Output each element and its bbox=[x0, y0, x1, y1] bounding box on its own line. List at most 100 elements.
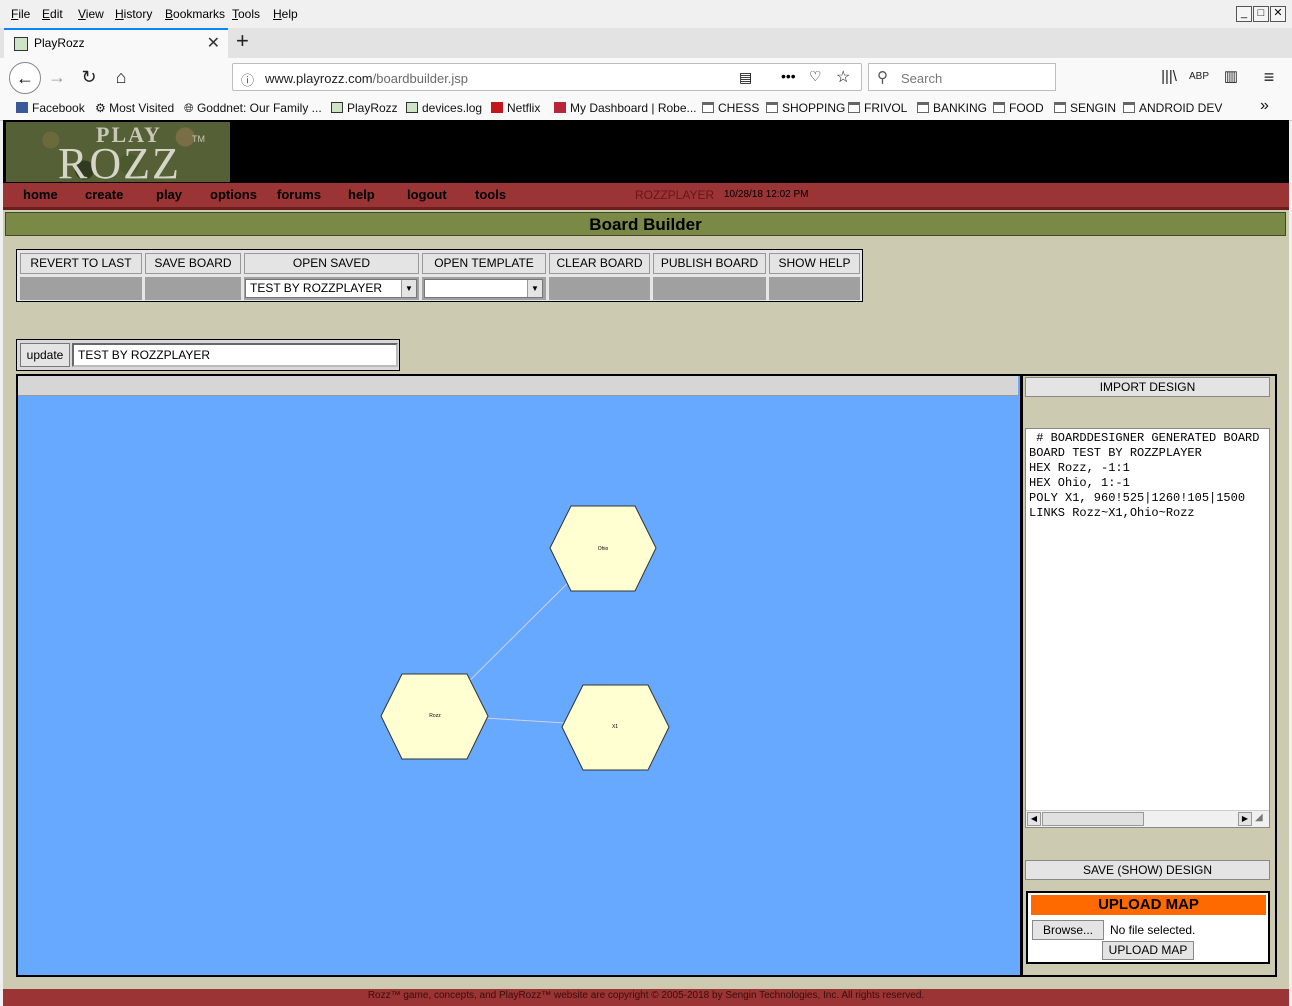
bookmark-netflix[interactable]: Netflix bbox=[491, 101, 540, 115]
bookmark-star-icon[interactable]: ☆ bbox=[836, 67, 850, 87]
logo-rozz-text: ROZZ bbox=[58, 139, 181, 188]
menu-tools[interactable]: Tools bbox=[232, 7, 260, 21]
toolbar-cell bbox=[549, 277, 650, 300]
menu-help[interactable]: Help bbox=[273, 7, 298, 21]
adblock-icon[interactable]: ABP bbox=[1186, 66, 1212, 88]
dashboard-icon bbox=[554, 102, 566, 113]
bookmark-facebook[interactable]: Facebook bbox=[16, 101, 85, 115]
playrozz-icon bbox=[406, 102, 418, 113]
url-host: www.playrozz.com bbox=[265, 71, 373, 86]
open-saved-button[interactable]: OPEN SAVED bbox=[244, 253, 419, 274]
hex-x1[interactable]: X1 bbox=[561, 684, 670, 771]
reload-icon[interactable]: ↻ bbox=[76, 66, 102, 88]
hex-rozz[interactable]: Rozz bbox=[380, 673, 489, 760]
clear-board-button[interactable]: CLEAR BOARD bbox=[549, 253, 650, 274]
hex-label: Rozz bbox=[429, 713, 441, 719]
current-datetime: 10/28/18 12:02 PM bbox=[724, 189, 809, 200]
browser-tab[interactable]: PlayRozz ✕ bbox=[4, 28, 228, 58]
bookmark-folder-chess[interactable]: CHESS bbox=[702, 101, 759, 115]
save-board-button[interactable]: SAVE BOARD bbox=[145, 253, 241, 274]
bookmark-my-dashboard[interactable]: My Dashboard | Robe... bbox=[554, 101, 697, 115]
search-bar[interactable]: ⚲ Search bbox=[868, 63, 1056, 91]
board-canvas[interactable]: Ohio Rozz X1 bbox=[18, 396, 1018, 974]
nav-play[interactable]: play bbox=[156, 187, 182, 202]
pocket-icon[interactable]: ♡ bbox=[809, 68, 822, 85]
bookmark-most-visited[interactable]: ⚙ Most Visited bbox=[95, 101, 174, 115]
bookmark-label: CHESS bbox=[718, 101, 760, 115]
menu-history[interactable]: History bbox=[115, 7, 152, 21]
reader-view-icon[interactable]: ▤ bbox=[739, 69, 752, 86]
playrozz-logo[interactable]: PLAY ROZZ TM bbox=[6, 122, 230, 188]
browse-button[interactable]: Browse... bbox=[1032, 920, 1104, 940]
hex-label: Ohio bbox=[598, 546, 609, 552]
url-bar[interactable]: ⓘ www.playrozz.com/boardbuilder.jsp ▤ ••… bbox=[232, 63, 862, 91]
bookmark-goddnet[interactable]: 🌐︎ Goddnet: Our Family ... bbox=[184, 101, 322, 116]
menu-edit[interactable]: Edit bbox=[42, 7, 63, 21]
bookmark-folder-food[interactable]: FOOD bbox=[993, 101, 1044, 115]
scroll-left-icon[interactable]: ◀ bbox=[1027, 812, 1041, 826]
site-nav: home create play options forums help log… bbox=[3, 183, 1289, 210]
save-show-design-button[interactable]: SAVE (SHOW) DESIGN bbox=[1025, 860, 1270, 880]
home-icon[interactable]: ⌂ bbox=[108, 66, 134, 88]
bookmark-label: Facebook bbox=[32, 101, 85, 115]
hamburger-menu-icon[interactable]: ≡ bbox=[1256, 66, 1282, 88]
close-window-icon[interactable]: ✕ bbox=[1270, 6, 1286, 22]
toolbar-cell bbox=[20, 277, 142, 300]
import-design-button[interactable]: IMPORT DESIGN bbox=[1025, 377, 1270, 397]
folder-icon bbox=[917, 102, 929, 113]
logo-tm-text: TM bbox=[192, 134, 205, 144]
bookmarks-overflow-icon[interactable]: » bbox=[1260, 97, 1269, 115]
publish-board-button[interactable]: PUBLISH BOARD bbox=[653, 253, 766, 274]
page-title-bar: Board Builder bbox=[5, 212, 1286, 236]
bookmark-folder-sengin[interactable]: SENGIN bbox=[1054, 101, 1116, 115]
sidebar-icon[interactable]: ▥ bbox=[1218, 66, 1244, 88]
board-name-input[interactable]: TEST BY ROZZPLAYER bbox=[72, 343, 398, 367]
tab-title: PlayRozz bbox=[34, 36, 85, 50]
nav-create[interactable]: create bbox=[85, 187, 123, 202]
saved-boards-select[interactable]: TEST BY ROZZPLAYER ▼ bbox=[245, 279, 417, 298]
scroll-right-icon[interactable]: ▶ bbox=[1238, 812, 1252, 826]
folder-icon bbox=[993, 102, 1005, 113]
nav-help[interactable]: help bbox=[348, 187, 375, 202]
bookmark-playrozz[interactable]: PlayRozz bbox=[331, 101, 398, 115]
bookmark-folder-frivol[interactable]: FRIVOL bbox=[848, 101, 907, 115]
design-textarea[interactable]: # BOARDDESIGNER GENERATED BOARD BOARD TE… bbox=[1025, 428, 1270, 828]
library-icon[interactable]: |||\ bbox=[1156, 66, 1182, 88]
nav-forums[interactable]: forums bbox=[277, 187, 321, 202]
nav-logout[interactable]: logout bbox=[407, 187, 447, 202]
bookmark-devices-log[interactable]: devices.log bbox=[406, 101, 482, 115]
folder-icon bbox=[848, 102, 860, 113]
playrozz-icon bbox=[331, 102, 343, 113]
design-horizontal-scrollbar[interactable]: ◀ ▶ ◢ bbox=[1026, 810, 1269, 827]
close-tab-icon[interactable]: ✕ bbox=[207, 33, 220, 53]
new-tab-icon[interactable]: + bbox=[236, 28, 249, 54]
bookmark-folder-banking[interactable]: BANKING bbox=[917, 101, 987, 115]
menu-bookmarks[interactable]: Bookmarks bbox=[165, 7, 225, 21]
upload-map-button[interactable]: UPLOAD MAP bbox=[1102, 941, 1194, 960]
bookmark-label: SHOPPING bbox=[782, 101, 846, 115]
nav-home[interactable]: home bbox=[23, 187, 58, 202]
info-icon[interactable]: ⓘ bbox=[241, 70, 254, 89]
minimize-icon[interactable]: _ bbox=[1236, 6, 1252, 22]
forward-icon[interactable]: → bbox=[44, 66, 70, 88]
nav-tools[interactable]: tools bbox=[475, 187, 506, 202]
back-icon[interactable]: ← bbox=[9, 62, 41, 94]
open-template-button[interactable]: OPEN TEMPLATE bbox=[422, 253, 546, 274]
bookmark-folder-shopping[interactable]: SHOPPING bbox=[766, 101, 845, 115]
maximize-icon[interactable]: □ bbox=[1253, 6, 1269, 22]
bookmark-label: BANKING bbox=[933, 101, 988, 115]
update-button[interactable]: update bbox=[20, 343, 70, 367]
show-help-button[interactable]: SHOW HELP bbox=[769, 253, 860, 274]
toolbar-cell bbox=[145, 277, 241, 300]
resize-grip-icon[interactable]: ◢ bbox=[1255, 812, 1263, 823]
file-status: No file selected. bbox=[1110, 923, 1196, 937]
scroll-thumb[interactable] bbox=[1042, 812, 1144, 826]
hex-ohio[interactable]: Ohio bbox=[549, 505, 657, 592]
bookmark-folder-android-dev[interactable]: ANDROID DEV bbox=[1123, 101, 1222, 115]
template-select[interactable]: ▼ bbox=[424, 279, 543, 298]
nav-options[interactable]: options bbox=[210, 187, 257, 202]
menu-file[interactable]: File bbox=[11, 7, 30, 21]
page-actions-icon[interactable]: ••• bbox=[781, 68, 796, 84]
revert-button[interactable]: REVERT TO LAST bbox=[20, 253, 142, 274]
menu-view[interactable]: View bbox=[78, 7, 104, 21]
